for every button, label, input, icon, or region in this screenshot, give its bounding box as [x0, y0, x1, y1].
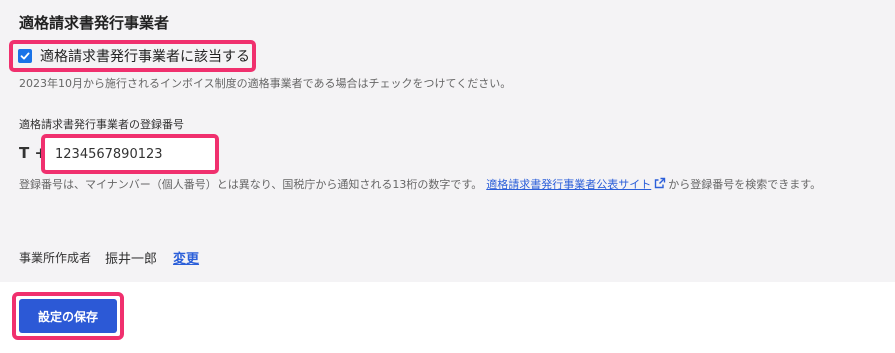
save-button[interactable]: 設定の保存 [19, 299, 117, 333]
checkmark-icon [20, 52, 30, 60]
invoice-settings-panel: 適格請求書発行事業者 2023年10月から施行されるインボイス制度の適格事業者で… [0, 0, 895, 282]
change-author-link[interactable]: 変更 [173, 248, 199, 267]
checkbox-hint: 2023年10月から施行されるインボイス制度の適格事業者である場合はチェックをつ… [19, 77, 512, 90]
invoice-issuer-checkbox[interactable] [18, 49, 32, 63]
checkbox-label: 適格請求書発行事業者に該当する [40, 49, 250, 65]
external-link-icon[interactable] [654, 177, 666, 192]
save-button-highlight: 設定の保存 [12, 292, 124, 340]
registration-number-input[interactable] [45, 138, 215, 170]
description-suffix: から登録番号を検索できます。 [668, 178, 822, 191]
publication-site-link[interactable]: 適格請求書発行事業者公表サイト [486, 176, 651, 192]
registration-description: 登録番号は、マイナンバー（個人番号）とは異なり、国税庁から通知される13桁の数字… [19, 176, 821, 192]
author-row: 事業所作成者 振井一郎 変更 [19, 248, 199, 267]
author-name: 振井一郎 [105, 252, 158, 267]
registration-number-label: 適格請求書発行事業者の登録番号 [19, 118, 184, 131]
description-text: 登録番号は、マイナンバー（個人番号）とは異なり、国税庁から通知される13桁の数字… [19, 178, 483, 191]
author-label: 事業所作成者 [19, 251, 92, 265]
section-title: 適格請求書発行事業者 [19, 14, 170, 32]
invoice-issuer-checkbox-row[interactable]: 適格請求書発行事業者に該当する [9, 40, 256, 72]
registration-number-frame [41, 134, 219, 174]
